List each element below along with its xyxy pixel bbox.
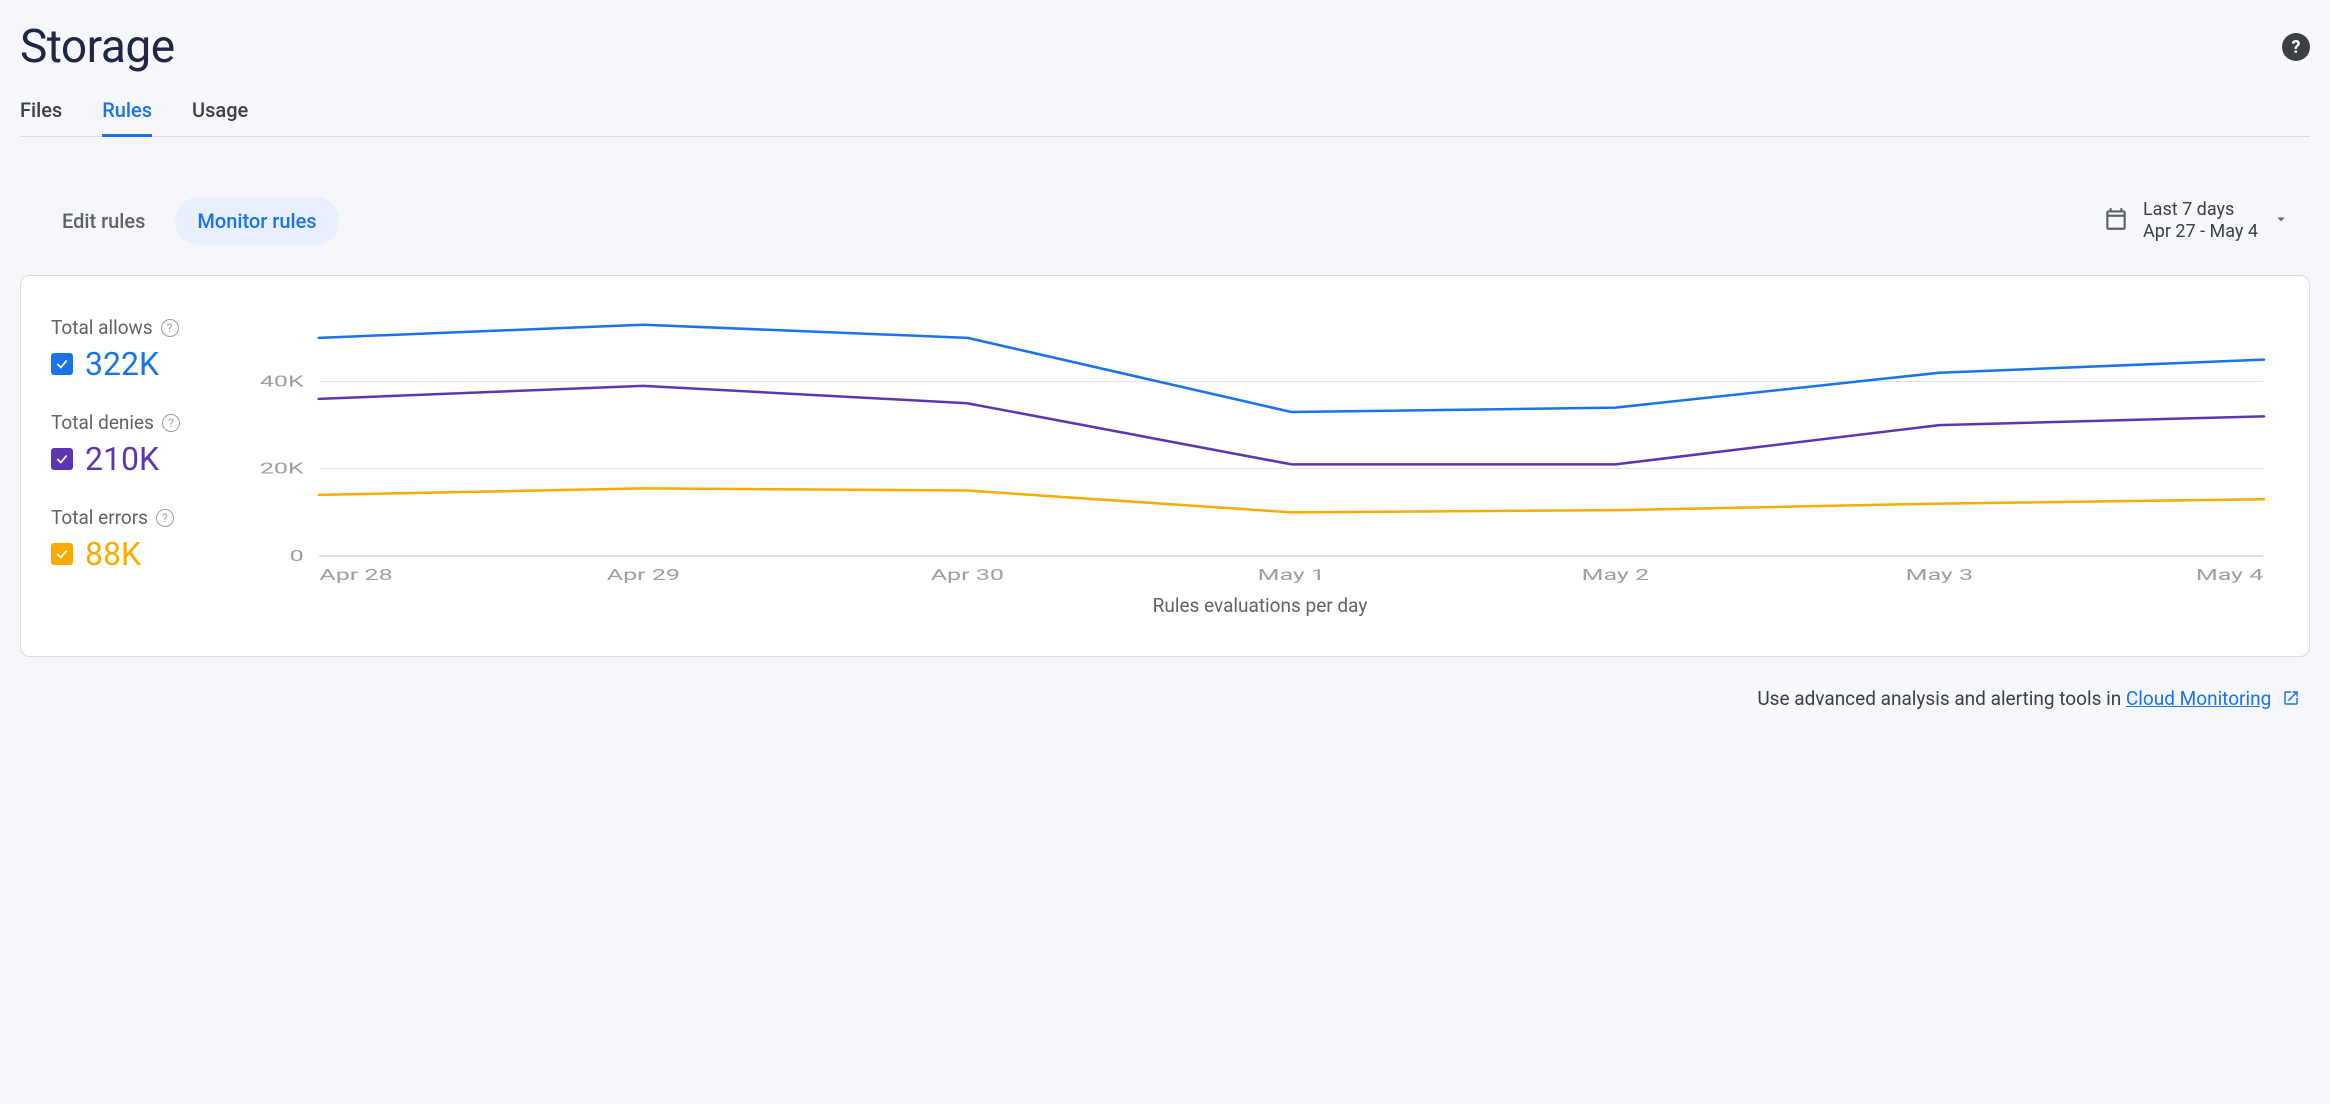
subtab-monitor-rules[interactable]: Monitor rules (175, 197, 338, 245)
svg-text:Apr 30: Apr 30 (931, 566, 1004, 585)
chevron-down-icon (2272, 210, 2290, 232)
date-range-picker[interactable]: Last 7 days Apr 27 - May 4 (2103, 199, 2290, 244)
svg-text:40K: 40K (260, 372, 305, 391)
svg-text:20K: 20K (260, 459, 305, 478)
svg-text:0: 0 (290, 547, 304, 566)
metric-label: Total allows (51, 316, 153, 339)
page-title: Storage (20, 20, 175, 74)
subtab-edit-rules[interactable]: Edit rules (40, 197, 167, 245)
cloud-monitoring-link[interactable]: Cloud Monitoring (2126, 687, 2271, 710)
metric-total-errors: Total errors? 88K (51, 506, 221, 573)
line-chart: 0 20K 40K Apr 28 Apr 29 Apr 30 May 1 May 2 May 3… (241, 306, 2279, 586)
svg-text:May 1: May 1 (1258, 566, 1325, 585)
main-tabs: Files Rules Usage (20, 98, 2310, 137)
metric-value: 210K (85, 440, 159, 478)
date-range-label: Last 7 days (2143, 199, 2258, 222)
svg-text:May 3: May 3 (1906, 566, 1973, 585)
chart-xlabel: Rules evaluations per day (241, 594, 2279, 617)
svg-text:May 2: May 2 (1582, 566, 1650, 585)
metric-label: Total errors (51, 506, 148, 529)
help-icon[interactable]: ? (2282, 33, 2310, 61)
svg-text:Apr 29: Apr 29 (607, 566, 680, 585)
date-range-value: Apr 27 - May 4 (2143, 221, 2258, 244)
tab-usage[interactable]: Usage (192, 98, 248, 137)
help-icon[interactable]: ? (156, 509, 174, 527)
chart-legend: Total allows?322KTotal denies?210KTotal … (51, 306, 221, 626)
metric-total-denies: Total denies?210K (51, 411, 221, 478)
external-link-icon (2282, 689, 2300, 712)
metric-toggle-checkbox[interactable] (51, 543, 73, 565)
chart-card: Total allows?322KTotal denies?210KTotal … (20, 275, 2310, 657)
help-icon[interactable]: ? (161, 319, 179, 337)
tab-files[interactable]: Files (20, 98, 62, 137)
metric-total-allows: Total allows?322K (51, 316, 221, 383)
footer-prefix: Use advanced analysis and alerting tools… (1757, 687, 2126, 710)
metric-toggle-checkbox[interactable] (51, 353, 73, 375)
svg-text:Apr 28: Apr 28 (319, 566, 392, 585)
metric-toggle-checkbox[interactable] (51, 448, 73, 470)
rules-subtabs: Edit rules Monitor rules (40, 197, 339, 245)
metric-value: 322K (85, 345, 159, 383)
footer-note: Use advanced analysis and alerting tools… (20, 687, 2310, 712)
metric-value: 88K (85, 535, 141, 573)
svg-text:May 4: May 4 (2196, 566, 2264, 585)
tab-rules[interactable]: Rules (102, 98, 152, 137)
help-icon[interactable]: ? (162, 414, 180, 432)
calendar-icon (2103, 206, 2129, 236)
metric-label: Total denies (51, 411, 154, 434)
